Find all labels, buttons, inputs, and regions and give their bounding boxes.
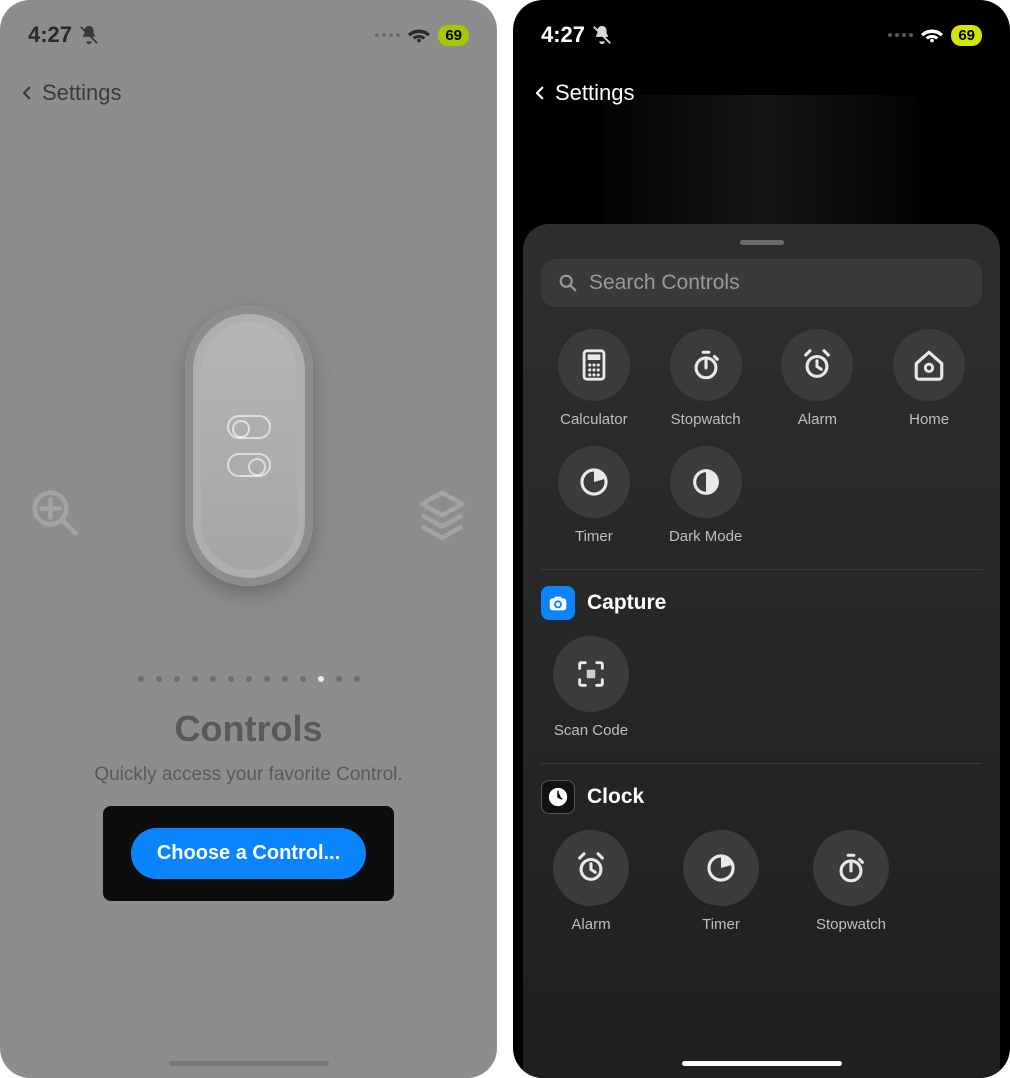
action-button-preview <box>185 306 313 586</box>
control-qr[interactable]: Scan Code <box>541 636 641 739</box>
control-home[interactable]: Home <box>876 329 982 428</box>
toggle-icon <box>227 453 271 477</box>
phone-left: 4:27 69 Settings <box>0 0 497 1078</box>
cellular-dots-icon <box>375 33 400 37</box>
section-title: Clock <box>587 785 644 809</box>
home-icon <box>893 329 965 401</box>
home-indicator[interactable] <box>169 1061 329 1066</box>
control-calculator[interactable]: Calculator <box>541 329 647 428</box>
highlight-frame: Choose a Control... <box>105 808 392 899</box>
control-label: Calculator <box>560 411 628 428</box>
controls-sheet: Search Controls CalculatorStopwatchAlarm… <box>523 224 1000 1078</box>
toggle-icon <box>227 415 271 439</box>
control-alarm[interactable]: Alarm <box>541 830 641 933</box>
control-darkmode[interactable]: Dark Mode <box>653 446 759 545</box>
timer-icon <box>683 830 759 906</box>
status-time: 4:27 <box>541 22 585 48</box>
back-label: Settings <box>42 80 122 106</box>
calculator-icon <box>558 329 630 401</box>
phone-right: 4:27 69 Settings Search Controls <box>513 0 1010 1078</box>
carousel-prev-icon[interactable] <box>28 486 82 540</box>
page-indicator[interactable] <box>138 676 360 682</box>
control-timer[interactable]: Timer <box>671 830 771 933</box>
clockface-icon <box>541 780 575 814</box>
status-bar: 4:27 69 <box>513 10 1010 60</box>
silent-icon <box>591 24 613 46</box>
divider <box>541 763 982 764</box>
control-alarm[interactable]: Alarm <box>765 329 871 428</box>
control-label: Alarm <box>798 411 837 428</box>
section-row: Alarm Timer Stopwatch <box>541 830 982 933</box>
control-label: Stopwatch <box>671 411 741 428</box>
control-label: Stopwatch <box>816 916 886 933</box>
control-label: Timer <box>575 528 613 545</box>
search-input[interactable]: Search Controls <box>541 259 982 307</box>
carousel-next-icon[interactable] <box>415 486 469 540</box>
control-stopwatch[interactable]: Stopwatch <box>653 329 759 428</box>
control-label: Scan Code <box>554 722 628 739</box>
cellular-dots-icon <box>888 33 913 37</box>
section-title: Capture <box>587 591 666 615</box>
alarm-icon <box>781 329 853 401</box>
page-subtitle: Quickly access your favorite Control. <box>94 764 402 786</box>
section-head-clock: Clock <box>541 780 982 814</box>
timer-icon <box>558 446 630 518</box>
control-timer[interactable]: Timer <box>541 446 647 545</box>
search-placeholder: Search Controls <box>589 271 740 295</box>
search-icon <box>557 272 579 294</box>
section-head-capture: Capture <box>541 586 982 620</box>
camera-icon <box>541 586 575 620</box>
battery-badge: 69 <box>951 25 982 46</box>
battery-badge: 69 <box>438 25 469 46</box>
sheet-grabber[interactable] <box>740 240 784 245</box>
stopwatch-icon <box>670 329 742 401</box>
wifi-icon <box>921 24 943 46</box>
back-button[interactable]: Settings <box>0 60 497 106</box>
control-stopwatch[interactable]: Stopwatch <box>801 830 901 933</box>
home-indicator[interactable] <box>682 1061 842 1066</box>
status-bar: 4:27 69 <box>0 10 497 60</box>
qr-icon <box>553 636 629 712</box>
section-row: Scan Code <box>541 636 982 739</box>
stopwatch-icon <box>813 830 889 906</box>
divider <box>541 569 982 570</box>
status-time: 4:27 <box>28 22 72 48</box>
top-controls-grid: Calculator Stopwatch Alarm Home Timer Dark Mo… <box>541 329 982 545</box>
control-label: Home <box>909 411 949 428</box>
choose-control-button[interactable]: Choose a Control... <box>131 828 366 879</box>
control-label: Alarm <box>571 916 610 933</box>
silent-icon <box>78 24 100 46</box>
wifi-icon <box>408 24 430 46</box>
control-label: Timer <box>702 916 740 933</box>
alarm-icon <box>553 830 629 906</box>
chevron-left-icon <box>18 81 36 105</box>
chevron-left-icon <box>531 81 549 105</box>
page-title: Controls <box>175 708 323 750</box>
control-label: Dark Mode <box>669 528 742 545</box>
darkmode-icon <box>670 446 742 518</box>
